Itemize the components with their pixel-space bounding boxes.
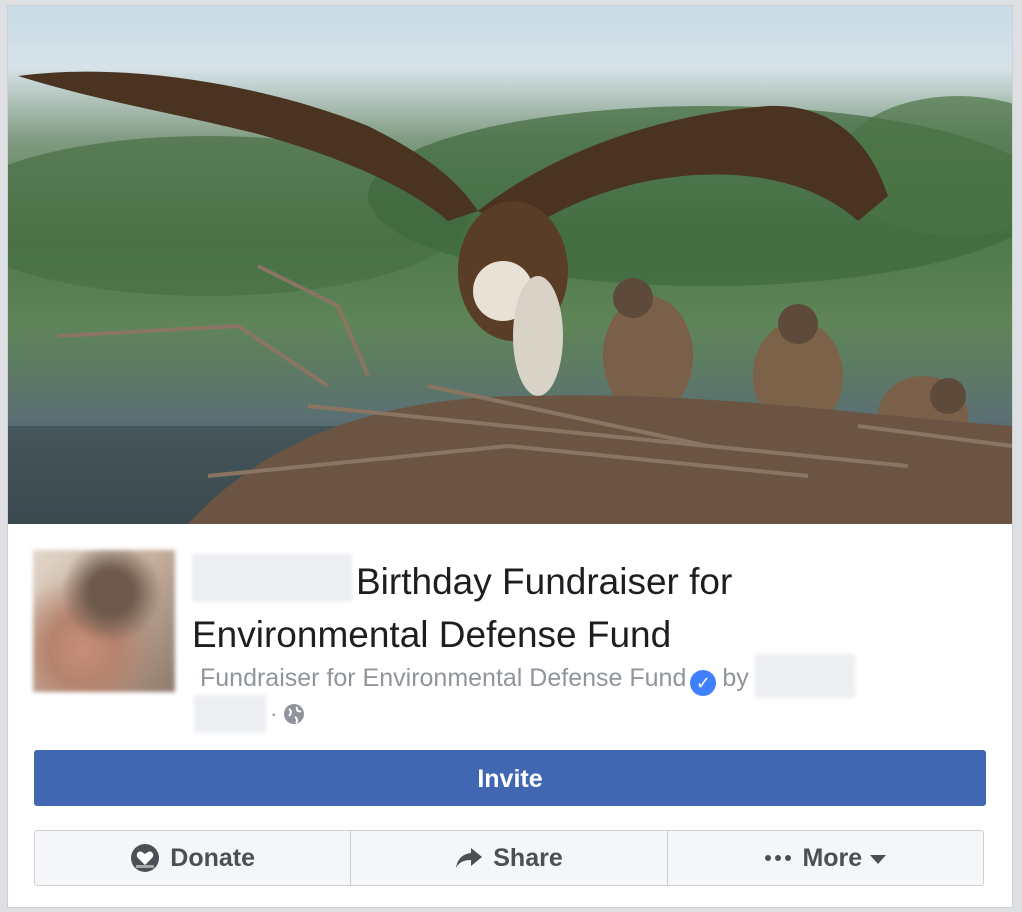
action-bar: Donate Share More	[34, 830, 984, 886]
globe-icon	[284, 704, 305, 724]
beneficiary-link[interactable]: Fundraiser for Environmental Defense Fun…	[200, 664, 686, 692]
verified-check-icon: ✓	[690, 670, 717, 696]
redacted-organizer-link[interactable]	[754, 654, 855, 698]
redacted-organizer-name	[192, 554, 352, 602]
fundraiser-card: Birthday Fundraiser for Environmental De…	[7, 5, 1013, 908]
invite-button[interactable]: Invite	[34, 750, 986, 806]
donate-button[interactable]: Donate	[35, 831, 352, 885]
separator-dot: ·	[270, 701, 278, 726]
caret-down-icon	[870, 855, 887, 864]
donate-heart-icon	[130, 843, 160, 873]
share-arrow-icon	[455, 846, 483, 870]
redacted-date[interactable]	[194, 695, 266, 733]
fundraiser-title[interactable]: Birthday Fundraiser for Environmental De…	[192, 554, 972, 661]
share-label: Share	[493, 843, 563, 872]
more-dots-icon	[764, 854, 792, 862]
organizer-avatar[interactable]	[33, 550, 175, 692]
cover-photo[interactable]	[8, 6, 1012, 524]
more-label: More	[802, 843, 863, 872]
fundraiser-meta: ·	[194, 694, 305, 734]
share-button[interactable]: Share	[351, 831, 668, 885]
more-button[interactable]: More	[668, 831, 983, 885]
by-label: by	[722, 664, 749, 692]
fundraiser-subtitle: Fundraiser for Environmental Defense Fun…	[200, 654, 980, 698]
donate-label: Donate	[170, 843, 256, 872]
